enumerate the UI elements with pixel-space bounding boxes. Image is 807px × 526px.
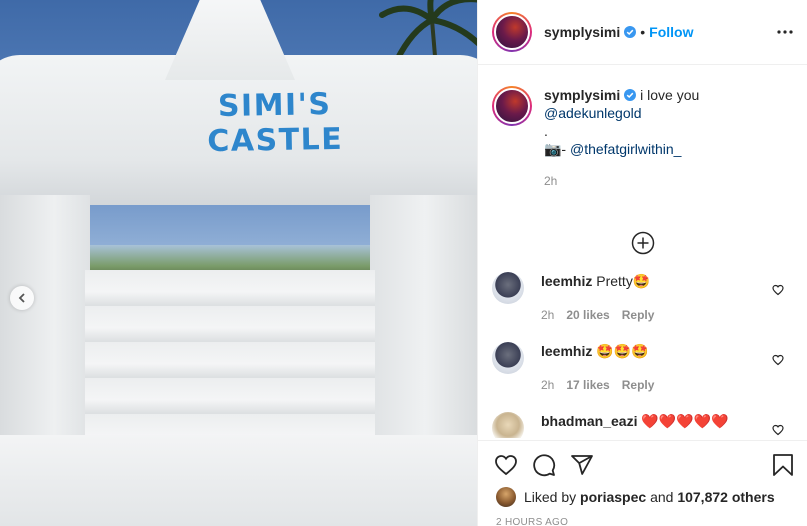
verified-badge-icon — [624, 26, 637, 38]
likes-middle: and — [646, 489, 678, 505]
more-options-icon[interactable] — [777, 30, 793, 34]
author-username[interactable]: symplysimi — [544, 24, 620, 40]
caption-username[interactable]: symplysimi — [544, 87, 620, 103]
post-header: symplysimi • Follow — [478, 0, 807, 65]
comment-text: Pretty🤩 — [596, 273, 651, 289]
caption-text: i love you — [640, 87, 700, 103]
castle-peak — [165, 0, 295, 80]
verified-badge-icon — [624, 89, 637, 101]
comment-like-heart-icon[interactable] — [772, 284, 784, 296]
comment-username[interactable]: bhadman_eazi — [541, 413, 637, 429]
comment-time[interactable]: 2h — [541, 308, 554, 322]
comment-reply-button[interactable]: Reply — [622, 378, 655, 392]
comment-like-heart-icon[interactable] — [772, 354, 784, 366]
comment-username[interactable]: leemhiz — [541, 343, 592, 359]
comment-item: leemhiz 🤩🤩🤩 2h 17 likes Reply — [478, 342, 807, 394]
caption-time[interactable]: 2h — [544, 172, 699, 190]
comment-reply-button[interactable]: Reply — [622, 308, 655, 322]
castle-title-text: SIMI'S CASTLE — [207, 87, 344, 160]
bookmark-icon[interactable] — [772, 453, 794, 477]
caption-dot: . — [544, 123, 548, 139]
comment-likes[interactable]: 20 likes — [566, 308, 609, 322]
author-avatar[interactable] — [492, 12, 532, 52]
commenter-avatar[interactable] — [492, 412, 524, 438]
likes-count-link[interactable]: 107,872 others — [677, 489, 774, 505]
comment-time[interactable]: 2h — [541, 378, 554, 392]
comment-text: ❤️❤️❤️❤️❤️ — [641, 413, 729, 429]
comment-text: 🤩🤩🤩 — [596, 343, 649, 359]
follow-button[interactable]: Follow — [649, 24, 693, 40]
liker-avatar[interactable] — [496, 487, 516, 507]
chevron-left-icon — [18, 293, 25, 303]
post-media[interactable]: SIMI'S CASTLE — [0, 0, 477, 526]
commenter-avatar[interactable] — [492, 272, 524, 304]
castle-floor — [0, 435, 477, 526]
share-icon[interactable] — [570, 453, 594, 477]
liker-username[interactable]: poriaspec — [580, 489, 646, 505]
plus-circle-icon — [631, 231, 655, 255]
load-more-comments-button[interactable] — [631, 231, 655, 255]
post-actions: Liked by poriaspec and 107,872 others — [478, 440, 807, 507]
comment-icon[interactable] — [532, 453, 556, 477]
comments-scroll-area[interactable]: symplysimi i love you @adekunlegold . 📷-… — [478, 66, 807, 438]
caption-avatar[interactable] — [492, 86, 532, 126]
likes-prefix: Liked by — [524, 489, 581, 505]
comment-likes[interactable]: 17 likes — [566, 378, 609, 392]
caption-mention-link[interactable]: @adekunlegold — [544, 104, 699, 122]
post-timestamp[interactable]: 2 HOURS AGO — [496, 517, 568, 526]
header-separator: • — [640, 24, 646, 40]
post-panel: symplysimi • Follow symplysimi i love yo… — [477, 0, 807, 526]
caption-credit-link[interactable]: @thefatgirlwithin_ — [570, 141, 682, 157]
comment-username[interactable]: leemhiz — [541, 273, 592, 289]
comment-item: bhadman_eazi ❤️❤️❤️❤️❤️ — [478, 412, 807, 438]
camera-emoji: 📷- — [544, 141, 570, 157]
comment-item: leemhiz Pretty🤩 2h 20 likes Reply — [478, 272, 807, 324]
castle-wall — [85, 270, 375, 445]
heart-icon[interactable] — [494, 453, 518, 477]
carousel-prev-button[interactable] — [10, 286, 34, 310]
comment-like-heart-icon[interactable] — [772, 424, 784, 436]
post-caption: symplysimi i love you @adekunlegold . 📷-… — [478, 66, 807, 190]
likes-summary: Liked by poriaspec and 107,872 others — [478, 483, 807, 507]
commenter-avatar[interactable] — [492, 342, 524, 374]
